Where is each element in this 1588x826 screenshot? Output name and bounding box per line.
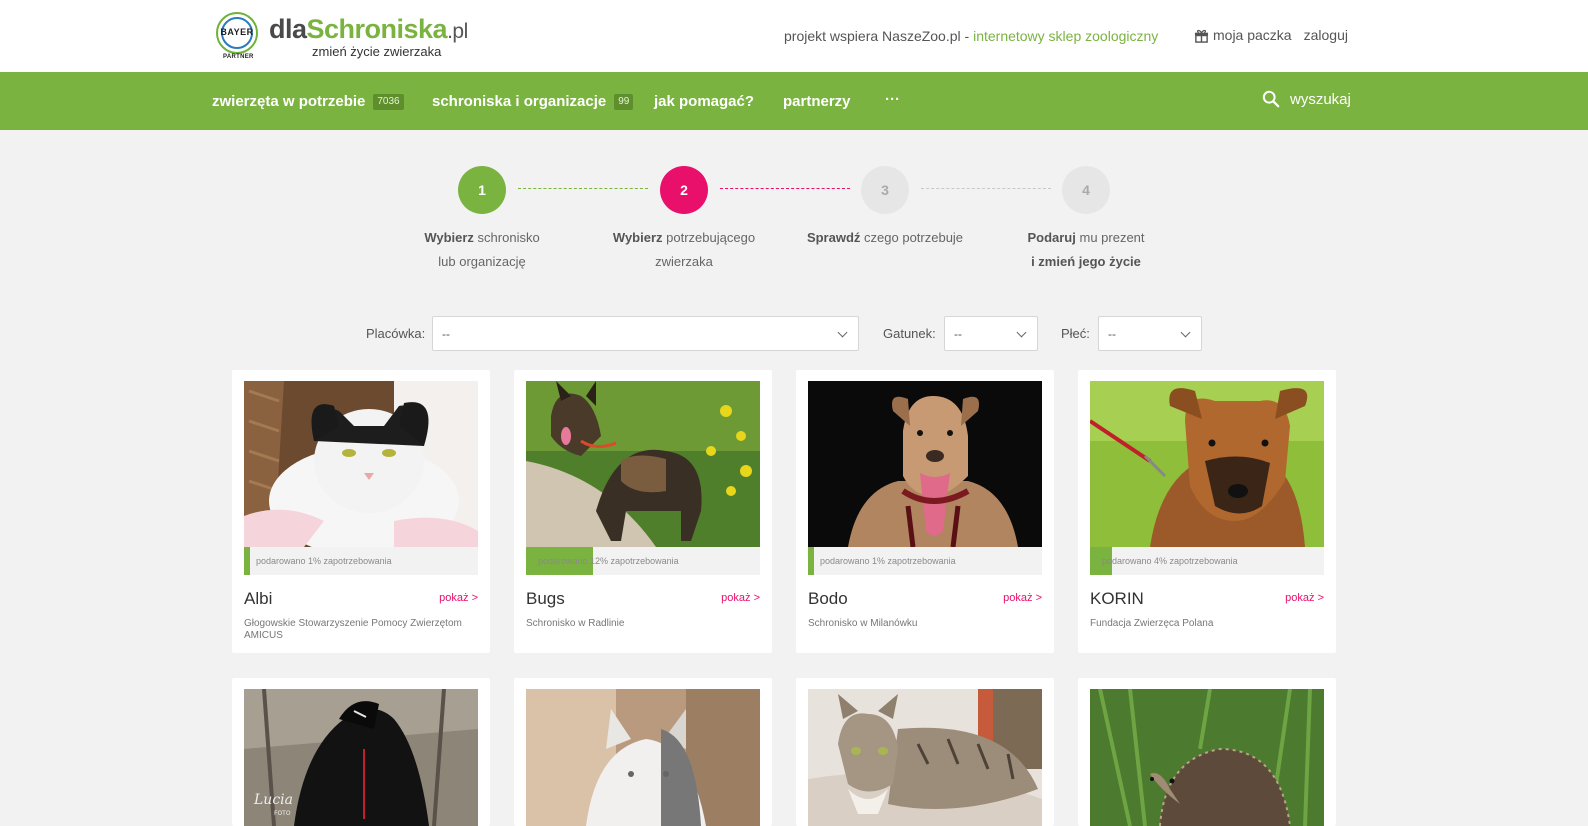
animal-photo[interactable]	[1090, 689, 1324, 826]
placowka-select[interactable]: --	[432, 316, 859, 351]
animal-photo[interactable]: Lucia FOTO	[244, 689, 478, 826]
animal-card[interactable]: podarowano 1% zapotrzebowania Albi pokaż…	[232, 370, 490, 653]
partner-label: PARTNER	[223, 54, 254, 60]
animal-card[interactable]: podarowano 12% zapotrzebowania Bugs poka…	[514, 370, 772, 653]
show-link[interactable]: pokaż >	[1003, 592, 1042, 604]
donation-progress: podarowano 12% zapotrzebowania	[526, 547, 760, 575]
animal-card[interactable]	[1078, 678, 1336, 826]
animal-name[interactable]: Albi	[244, 589, 272, 609]
shelter-name: Głogowskie Stowarzyszenie Pomocy Zwierzę…	[244, 618, 462, 641]
animal-photo[interactable]	[808, 689, 1042, 826]
animal-card[interactable]: Lucia FOTO	[232, 678, 490, 826]
nav-item-shelters[interactable]: schroniska i organizacje 99	[432, 93, 634, 110]
step-4-description: Podaruj mu prezent i zmień jego życie	[1027, 230, 1145, 269]
step-connector	[518, 188, 648, 189]
animal-card[interactable]: podarowano 4% zapotrzebowania KORIN poka…	[1078, 370, 1336, 653]
animal-card[interactable]: podarowano 1% zapotrzebowania Bodo pokaż…	[796, 370, 1054, 653]
show-link[interactable]: pokaż >	[1285, 592, 1324, 604]
nav-item-animals[interactable]: zwierzęta w potrzebie 7036	[212, 93, 404, 110]
shop-link[interactable]: internetowy sklep zoologiczny	[973, 28, 1158, 44]
shelter-name: Schronisko w Radlinie	[526, 618, 625, 629]
show-link[interactable]: pokaż >	[721, 592, 760, 604]
animal-photo[interactable]	[244, 381, 478, 547]
chevron-down-icon	[1016, 327, 1027, 338]
animal-name[interactable]: KORIN	[1090, 589, 1144, 609]
top-bar: BAYER PARTNER dlaSchroniska.pl zmień życ…	[0, 0, 1588, 72]
svg-text:Lucia: Lucia	[253, 792, 293, 808]
nav-item-more[interactable]: ···	[885, 91, 900, 108]
animal-photo[interactable]	[526, 689, 760, 826]
show-link[interactable]: pokaż >	[439, 592, 478, 604]
shelter-name: Fundacja Zwierzęca Polana	[1090, 618, 1214, 629]
nav-item-how-to-help[interactable]: jak pomagać?	[654, 93, 754, 110]
animal-photo[interactable]	[1090, 381, 1324, 547]
animal-photo[interactable]	[526, 381, 760, 547]
user-actions: moja paczka zaloguj	[1194, 27, 1348, 43]
chevron-down-icon	[1180, 327, 1191, 338]
animal-name[interactable]: Bodo	[808, 589, 848, 609]
donation-progress: podarowano 1% zapotrzebowania	[244, 547, 478, 575]
donation-progress: podarowano 4% zapotrzebowania	[1090, 547, 1324, 575]
count-badge: 99	[614, 93, 634, 110]
search-button[interactable]: wyszukaj	[1262, 90, 1351, 108]
plec-label: Płeć:	[1061, 326, 1090, 341]
donation-progress-fill	[808, 547, 814, 575]
shelter-name: Schronisko w Milanówku	[808, 618, 918, 629]
gatunek-select[interactable]: --	[944, 316, 1038, 351]
animal-name[interactable]: Bugs	[526, 589, 565, 609]
placowka-label: Placówka:	[366, 326, 426, 341]
step-4-circle: 4	[1062, 166, 1110, 214]
brand-name: dlaSchroniska.pl	[269, 14, 468, 44]
animal-card[interactable]	[514, 678, 772, 826]
donation-progress: podarowano 1% zapotrzebowania	[808, 547, 1042, 575]
step-3-description: Sprawdź czego potrzebuje	[806, 230, 964, 245]
bayer-logo: BAYER	[216, 12, 258, 54]
login-link[interactable]: zaloguj	[1304, 27, 1348, 43]
step-connector	[921, 188, 1051, 189]
step-2-description: Wybierz potrzebującego zwierzaka	[612, 230, 756, 269]
search-icon	[1262, 90, 1280, 108]
my-package-link[interactable]: moja paczka	[1213, 27, 1292, 43]
step-1-circle[interactable]: 1	[458, 166, 506, 214]
animal-photo[interactable]	[808, 381, 1042, 547]
tagline: zmień życie zwierzaka	[312, 44, 442, 59]
step-1-description: Wybierz schronisko lub organizację	[424, 230, 540, 269]
step-connector	[720, 188, 850, 189]
nav-item-partners[interactable]: partnerzy	[783, 93, 851, 110]
gatunek-label: Gatunek:	[883, 326, 936, 341]
site-logo[interactable]: BAYER PARTNER dlaSchroniska.pl zmień życ…	[216, 10, 486, 62]
svg-text:FOTO: FOTO	[274, 810, 291, 817]
count-badge: 7036	[373, 93, 404, 110]
step-2-circle: 2	[660, 166, 708, 214]
chevron-down-icon	[837, 327, 848, 338]
plec-select[interactable]: --	[1098, 316, 1202, 351]
gift-icon	[1194, 28, 1209, 43]
animal-card[interactable]	[796, 678, 1054, 826]
promo-text: projekt wspiera NaszeZoo.pl - internetow…	[784, 28, 1159, 44]
step-3-circle: 3	[861, 166, 909, 214]
donation-progress-fill	[244, 547, 250, 575]
